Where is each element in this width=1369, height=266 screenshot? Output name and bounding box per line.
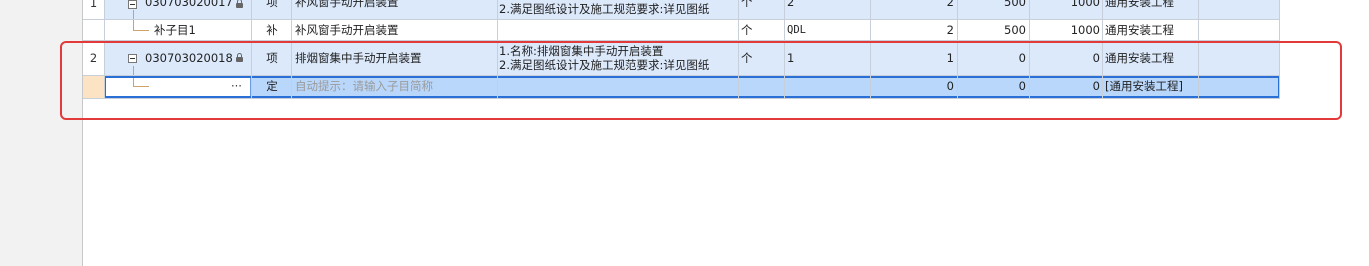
item-category: 项 (266, 51, 278, 65)
lock-icon (236, 0, 243, 8)
item-unit: 个 (741, 23, 753, 37)
item-major: 通用安装工程 (1105, 23, 1174, 37)
item-name: 排烟窗集中手动开启装置 (295, 51, 422, 65)
item-total-price: 1000 (1070, 0, 1100, 9)
left-panel (0, 0, 83, 266)
grid-line (104, 0, 105, 98)
item-unit: 个 (741, 51, 753, 65)
item-major: 通用安装工程 (1105, 51, 1174, 65)
item-category: 补 (266, 23, 278, 37)
item-category: 项 (266, 0, 278, 9)
item-code: 030703020017 (145, 0, 233, 9)
collapse-icon[interactable] (128, 0, 137, 9)
item-total-price: 0 (1092, 79, 1100, 93)
item-unit-price: 0 (1018, 79, 1026, 93)
item-quantity: 2 (946, 23, 954, 37)
lock-icon (236, 53, 243, 62)
grid-line (251, 0, 252, 98)
grid-line (83, 19, 1280, 20)
ellipsis-icon[interactable]: ··· (231, 79, 242, 94)
item-quantity: 2 (946, 0, 954, 9)
grid-line (870, 0, 871, 98)
code-input[interactable] (105, 77, 251, 97)
collapse-icon[interactable] (128, 54, 137, 63)
item-name: 补风窗手动开启装置 (295, 23, 399, 37)
item-code: 030703020018 (145, 51, 233, 65)
row-number-cell (83, 76, 104, 98)
item-quantity-expression: 1 (787, 51, 795, 65)
item-major: 通用安装工程 (1105, 0, 1174, 9)
item-quantity-expression: QDL (787, 24, 806, 36)
item-unit-price: 0 (1018, 51, 1026, 65)
item-quantity: 0 (946, 79, 954, 93)
grid-line (83, 40, 1280, 41)
grid-line (784, 0, 785, 98)
item-code: 补子目1 (154, 23, 196, 37)
item-unit-price: 500 (1004, 0, 1026, 9)
item-feature-line: 2.满足图纸设计及施工规范要求:详见图纸 (499, 2, 710, 16)
tree-connector (133, 86, 149, 87)
grid-line (957, 0, 958, 98)
item-feature-line: 1.名称:排烟窗集中手动开启装置 (499, 44, 664, 58)
item-quantity-expression: 2 (787, 0, 795, 9)
row-number: 1 (89, 0, 98, 10)
tree-connector (133, 10, 134, 30)
name-input-hint[interactable]: 自动提示：请输入子目简称 (295, 79, 433, 94)
item-quantity: 1 (946, 51, 954, 65)
grid-line (497, 0, 498, 98)
grid-line (1102, 0, 1103, 98)
grid-line (1279, 0, 1280, 98)
item-name: 补风窗手动开启装置 (295, 0, 399, 9)
item-category: 定 (266, 79, 278, 93)
item-unit-price: 500 (1004, 23, 1026, 37)
grid-line (83, 98, 1280, 99)
item-total-price: 0 (1092, 51, 1100, 65)
grid-line (1198, 0, 1199, 98)
grid-line (83, 75, 1280, 76)
item-total-price: 1000 (1070, 23, 1100, 37)
item-unit: 个 (741, 0, 753, 9)
row-number: 2 (89, 51, 98, 65)
tree-connector (133, 66, 134, 86)
grid-line (738, 0, 739, 98)
grid-line (1029, 0, 1030, 98)
grid-line (291, 0, 292, 98)
tree-connector (133, 30, 149, 31)
item-feature-line: 2.满足图纸设计及施工规范要求:详见图纸 (499, 58, 710, 72)
item-major: [通用安装工程] (1105, 79, 1183, 93)
